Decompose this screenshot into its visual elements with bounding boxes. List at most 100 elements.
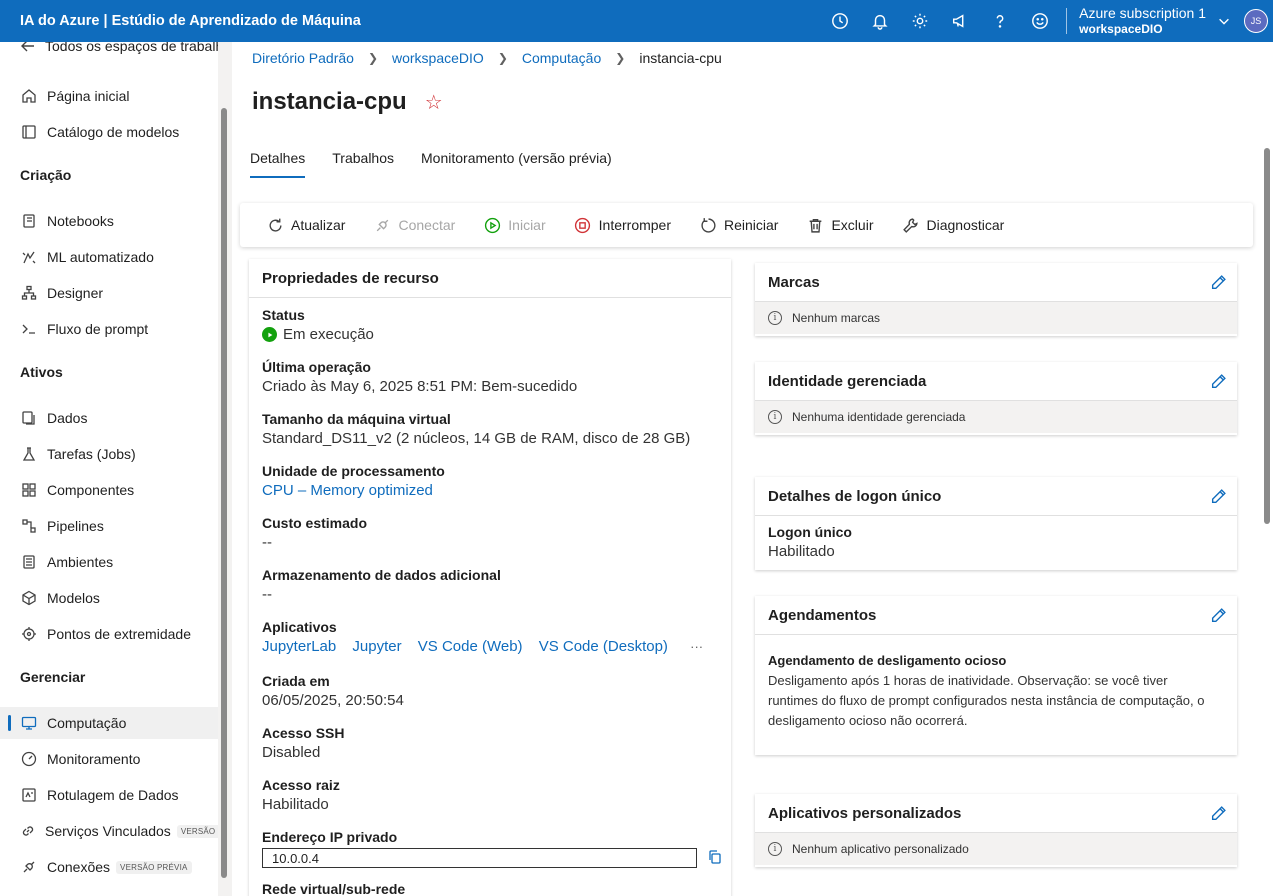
main-scrollbar[interactable] <box>1261 42 1273 896</box>
sidebar-item-label: Serviços Vinculados <box>45 823 171 839</box>
endpoints-icon <box>20 625 38 643</box>
tab-details[interactable]: Detalhes <box>250 142 306 178</box>
section-gerenciar: Gerenciar <box>20 669 86 685</box>
panel-heading: Propriedades de recurso <box>249 259 731 298</box>
sidebar-item-prompt-flow[interactable]: Fluxo de prompt <box>0 313 218 345</box>
sidebar-item-data-labeling[interactable]: Rotulagem de Dados <box>0 779 218 811</box>
app-link-vscode-web[interactable]: VS Code (Web) <box>418 638 523 655</box>
sidebar-item-connections[interactable]: Conexões VERSÃO PRÉVIA <box>0 851 218 883</box>
sso-label: Logon único <box>768 524 852 540</box>
sidebar-item-label: Pontos de extremidade <box>47 626 191 642</box>
link-icon <box>20 822 36 840</box>
processing-unit-link[interactable]: CPU – Memory optimized <box>262 482 445 499</box>
prop-label: Unidade de processamento <box>262 463 445 479</box>
chevron-down-icon[interactable] <box>1212 0 1236 42</box>
edit-icon[interactable] <box>1210 274 1227 291</box>
sidebar-item-designer[interactable]: Designer <box>0 277 218 309</box>
label-icon <box>20 786 38 804</box>
custom-apps-heading: Aplicativos personalizados <box>768 804 962 822</box>
bell-icon[interactable] <box>860 0 900 42</box>
sidebar-scrollbar-thumb[interactable] <box>221 108 227 878</box>
prop-value: Standard_DS11_v2 (2 núcleos, 14 GB de RA… <box>262 430 691 447</box>
breadcrumb-item[interactable]: Diretório Padrão <box>252 50 354 66</box>
sidebar-item-compute[interactable]: Computação <box>0 707 218 739</box>
app-link-jupyterlab[interactable]: JupyterLab <box>262 638 336 655</box>
tags-note-text: Nenhum marcas <box>792 311 881 325</box>
sidebar-item-home[interactable]: Página inicial <box>0 80 218 112</box>
chevron-right-icon: ❯ <box>497 51 508 65</box>
clock-icon[interactable] <box>820 0 860 42</box>
tab-monitoring[interactable]: Monitoramento (versão prévia) <box>421 142 612 178</box>
subscription-picker[interactable]: Azure subscription 1 workspaceDIO <box>1073 5 1212 37</box>
main-scrollbar-thumb[interactable] <box>1264 148 1270 524</box>
sidebar-item-catalog[interactable]: Catálogo de modelos <box>0 116 218 148</box>
prompt-icon <box>20 320 38 338</box>
preview-badge: VERSÃO PRÉVIA <box>176 824 218 838</box>
environments-icon <box>20 553 38 571</box>
restart-button[interactable]: Reiniciar <box>699 216 778 234</box>
help-icon[interactable] <box>980 0 1020 42</box>
arrow-left-icon <box>20 42 36 55</box>
avatar[interactable]: JS <box>1244 9 1268 33</box>
idle-shutdown-value: Desligamento após 1 horas de inatividade… <box>768 673 1205 728</box>
back-to-workspaces[interactable]: Todos os espaços de trabalho <box>0 42 218 62</box>
app-link-jupyter[interactable]: Jupyter <box>352 638 401 655</box>
trash-icon <box>806 216 824 234</box>
running-icon <box>262 327 277 342</box>
app-link-vscode-desktop[interactable]: VS Code (Desktop) <box>539 638 668 655</box>
gear-icon[interactable] <box>900 0 940 42</box>
stop-label: Interromper <box>598 217 671 233</box>
sidebar-item-environments[interactable]: Ambientes <box>0 546 218 578</box>
sidebar-item-jobs[interactable]: Tarefas (Jobs) <box>0 438 218 470</box>
breadcrumb-item[interactable]: Computação <box>522 50 601 66</box>
tab-jobs[interactable]: Trabalhos <box>332 142 394 178</box>
app-title[interactable]: IA do Azure | Estúdio de Aprendizado de … <box>0 13 820 29</box>
delete-button[interactable]: Excluir <box>806 216 873 234</box>
sidebar-item-linked-services[interactable]: Serviços Vinculados VERSÃO PRÉVIA <box>0 815 218 847</box>
resource-properties-panel: Propriedades de recurso Status Em execuç… <box>249 259 731 896</box>
connect-button[interactable]: Conectar <box>373 216 455 234</box>
sidebar-item-data[interactable]: Dados <box>0 402 218 434</box>
monitor-icon <box>20 714 38 732</box>
sidebar-item-endpoints[interactable]: Pontos de extremidade <box>0 618 218 650</box>
home-icon <box>20 87 38 105</box>
back-label: Todos os espaços de trabalho <box>45 42 218 54</box>
prop-private-ip: Endereço IP privado 10.0.0.4 <box>262 829 723 868</box>
status-value: Em execução <box>283 326 374 343</box>
edit-icon[interactable] <box>1210 607 1227 624</box>
prop-label: Acesso SSH <box>262 725 345 741</box>
private-ip-field[interactable]: 10.0.0.4 <box>262 848 697 868</box>
sidebar-item-label: Componentes <box>47 482 135 498</box>
copy-icon[interactable] <box>707 849 723 868</box>
diagnose-button[interactable]: Diagnosticar <box>901 216 1004 234</box>
sidebar-item-pipelines[interactable]: Pipelines <box>0 510 218 542</box>
notebook-icon <box>20 212 38 230</box>
stop-button[interactable]: Interromper <box>574 216 671 234</box>
main-content: Diretório Padrão ❯ workspaceDIO ❯ Comput… <box>232 42 1261 896</box>
refresh-label: Atualizar <box>291 217 346 233</box>
edit-icon[interactable] <box>1210 488 1227 505</box>
more-apps-button[interactable]: ··· <box>690 639 703 654</box>
sidebar-item-notebooks[interactable]: Notebooks <box>0 205 218 237</box>
start-button[interactable]: Iniciar <box>483 216 546 234</box>
edit-icon[interactable] <box>1210 805 1227 822</box>
sidebar-scrollbar[interactable] <box>218 42 230 896</box>
megaphone-icon[interactable] <box>940 0 980 42</box>
sidebar-item-automl[interactable]: ML automatizado <box>0 241 218 273</box>
page-title-row: instancia-cpu ☆ <box>252 88 443 116</box>
sidebar-item-components[interactable]: Componentes <box>0 474 218 506</box>
smiley-icon[interactable] <box>1020 0 1060 42</box>
prop-created-on: Criada em 06/05/2025, 20:50:54 <box>262 673 404 709</box>
sidebar-item-monitoring[interactable]: Monitoramento <box>0 743 218 775</box>
edit-icon[interactable] <box>1210 373 1227 390</box>
sidebar-item-label: Catálogo de modelos <box>47 124 180 140</box>
section-ativos: Ativos <box>20 364 63 380</box>
refresh-button[interactable]: Atualizar <box>266 216 345 234</box>
prop-label: Armazenamento de dados adicional <box>262 567 501 583</box>
refresh-icon <box>266 216 284 234</box>
breadcrumb-item[interactable]: workspaceDIO <box>392 50 484 66</box>
sidebar-item-label: Página inicial <box>47 88 130 104</box>
header-divider <box>1066 8 1068 34</box>
sidebar-item-models[interactable]: Modelos <box>0 582 218 614</box>
favorite-star-icon[interactable]: ☆ <box>425 90 443 115</box>
